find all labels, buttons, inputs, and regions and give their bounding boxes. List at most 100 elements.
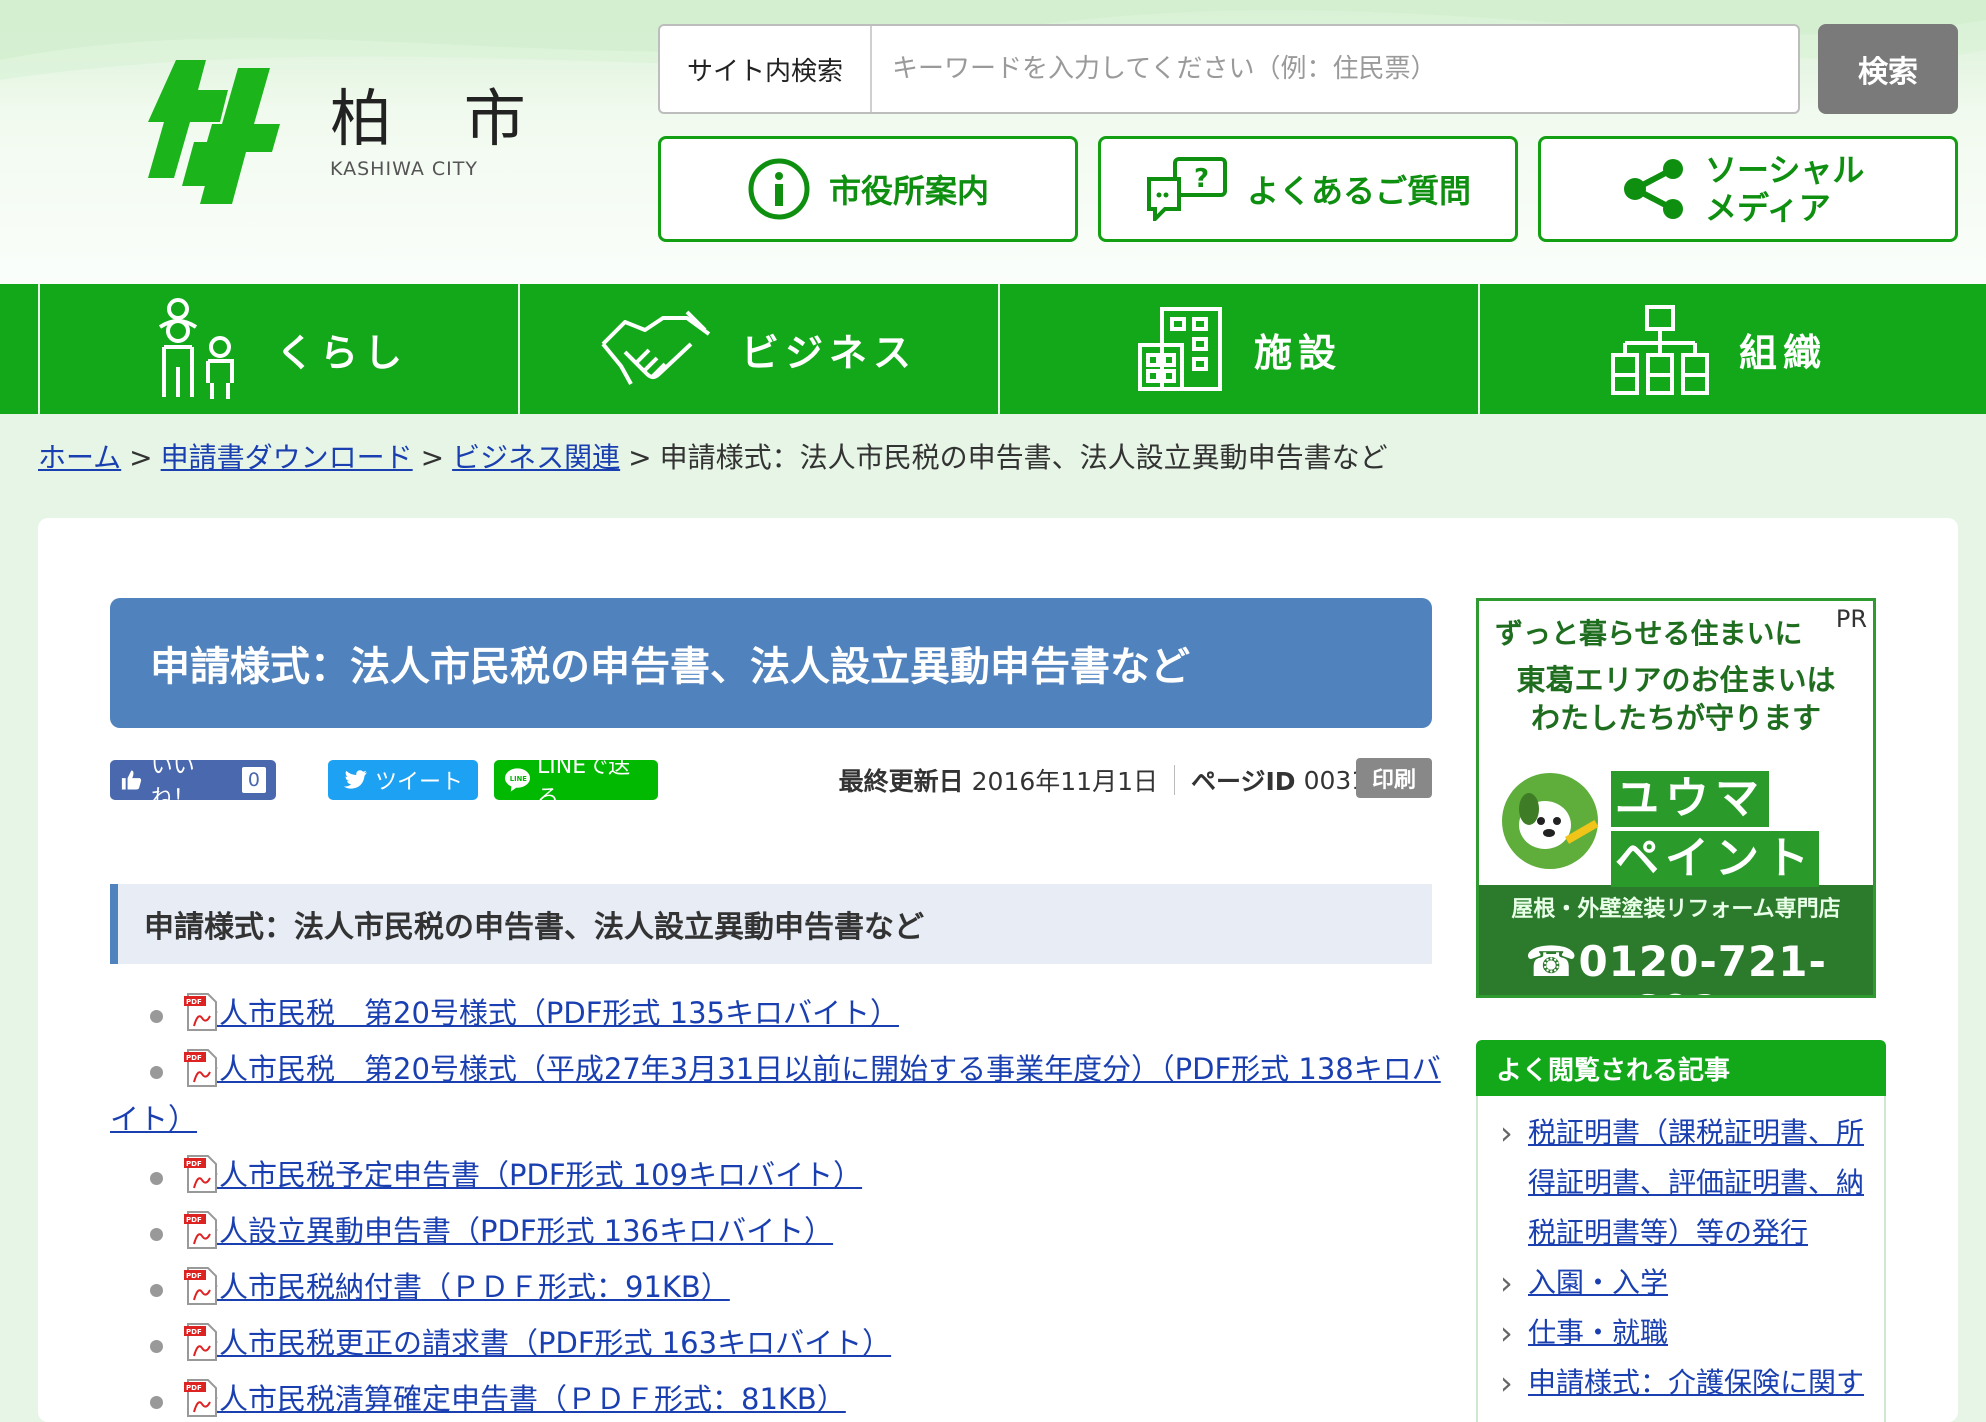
updated-label: 最終更新日 — [838, 767, 964, 796]
kashiwa-emblem-icon — [148, 60, 280, 204]
popular-article-link[interactable]: 入園・入学 — [1528, 1266, 1668, 1299]
pdf-file-icon: PDF — [184, 993, 217, 1031]
line-label: LINEで送る — [537, 754, 631, 811]
document-link[interactable]: 法人市民税 第20号様式（平成27年3月31日以前に開始する事業年度分）（PDF… — [110, 1052, 1441, 1136]
global-nav: くらし ビジネス 施設 組織 — [0, 284, 1986, 414]
nav-label: 組織 — [1738, 330, 1827, 375]
ad-subline: 東葛エリアのお住まいは — [1516, 663, 1836, 697]
pdf-file-icon: PDF — [184, 1155, 217, 1193]
nav-label: ビジネス — [740, 330, 917, 375]
document-list: PDF 法人市民税 第20号様式（PDF形式 135キロバイト） PDF 法人市… — [110, 988, 1450, 1422]
faq-label: よくあるご質問 — [1246, 172, 1471, 210]
popular-article-link[interactable]: 申請様式：介護保険に関す — [1528, 1366, 1864, 1399]
list-item: PDF 法人市民税予定申告書（PDF形式 109キロバイト） — [110, 1150, 1450, 1200]
ad-phone-number: ☎0120-721-602 — [1525, 937, 1827, 995]
breadcrumb-business[interactable]: ビジネス関連 — [452, 441, 620, 474]
faq-button[interactable]: ? よくあるご質問 — [1098, 136, 1518, 242]
list-item: 入園・入学 — [1494, 1258, 1868, 1308]
search-input[interactable] — [872, 26, 1798, 112]
list-item: PDF 法人市民税 第20号様式（平成27年3月31日以前に開始する事業年度分）… — [110, 1044, 1450, 1144]
line-share-button[interactable]: LINE LINEで送る — [494, 754, 658, 811]
nav-label: くらし — [275, 330, 408, 375]
nav-item-kurashi[interactable]: くらし — [38, 284, 518, 414]
pdf-file-icon: PDF — [184, 1049, 217, 1087]
search-label: サイト内検索 — [660, 26, 872, 112]
advertisement-banner[interactable]: PR ずっと暮らせる住まいに 東葛エリアのお住まいは わたしたちが守ります ユウ… — [1476, 598, 1876, 998]
document-link[interactable]: 法人市民税更正の請求書（PDF形式 163キロバイト） — [190, 1326, 891, 1360]
popular-articles-list: 税証明書（課税証明書、所得証明書、評価証明書、納税証明書等）等の発行 入園・入学… — [1476, 1096, 1886, 1422]
popular-articles-heading: よく閲覧される記事 — [1476, 1040, 1886, 1096]
svg-text:?: ? — [1194, 164, 1209, 194]
svg-text:PDF: PDF — [186, 1216, 202, 1224]
thumbs-up-icon — [121, 770, 142, 790]
document-link[interactable]: 法人市民税清算確定申告書（ＰＤＦ形式：81KB） — [190, 1382, 846, 1416]
twitter-bird-icon — [343, 770, 367, 789]
nav-item-business[interactable]: ビジネス — [518, 284, 998, 414]
nav-item-organization[interactable]: 組織 — [1478, 284, 1958, 414]
ad-tagline: 屋根・外壁塗装リフォーム専門店 — [1511, 897, 1841, 922]
page-id-label: ページID — [1191, 767, 1296, 796]
list-item: PDF 法人市民税清算確定申告書（ＰＤＦ形式：81KB） — [110, 1374, 1450, 1422]
dog-mascot-icon — [1502, 773, 1599, 869]
list-item: 仕事・就職 — [1494, 1308, 1868, 1358]
content-panel: 申請様式：法人市民税の申告書、法人設立異動申告書など いいね！ 0 ツイート L… — [38, 518, 1958, 1422]
pdf-file-icon: PDF — [184, 1211, 217, 1249]
svg-text:PDF: PDF — [186, 1054, 202, 1062]
popular-article-link[interactable]: 税証明書（課税証明書、所得証明書、評価証明書、納税証明書等）等の発行 — [1528, 1116, 1864, 1249]
tweet-label: ツイート — [374, 770, 463, 795]
site-search: サイト内検索 — [658, 24, 1800, 114]
tweet-button[interactable]: ツイート — [328, 760, 478, 800]
faq-chat-icon: ? — [1146, 157, 1227, 221]
site-header: 柏 市 KASHIWA CITY サイト内検索 検索 市役所案内 ? よくあるご… — [0, 0, 1986, 284]
list-item: PDF 法人設立異動申告書（PDF形式 136キロバイト） — [110, 1206, 1450, 1256]
ad-brand: ユウマ ペイント — [1609, 769, 1865, 889]
document-link[interactable]: 法人市民税予定申告書（PDF形式 109キロバイト） — [190, 1158, 862, 1192]
document-link[interactable]: 法人市民税 第20号様式（PDF形式 135キロバイト） — [190, 996, 899, 1030]
nav-item-facilities[interactable]: 施設 — [998, 284, 1478, 414]
svg-text:PDF: PDF — [186, 1328, 202, 1336]
document-link[interactable]: 法人設立異動申告書（PDF形式 136キロバイト） — [190, 1214, 833, 1248]
popular-article-link[interactable]: 仕事・就職 — [1528, 1316, 1668, 1349]
document-link[interactable]: 法人市民税納付書（ＰＤＦ形式：91KB） — [190, 1270, 730, 1304]
svg-text:PDF: PDF — [186, 1272, 202, 1280]
ad-pr-label: PR — [1835, 605, 1867, 633]
family-icon — [158, 298, 234, 399]
social-media-button[interactable]: ソーシャル メディア — [1538, 136, 1958, 242]
svg-text:PDF: PDF — [186, 1384, 202, 1392]
search-button[interactable]: 検索 — [1818, 24, 1958, 114]
list-item: 税証明書（課税証明書、所得証明書、評価証明書、納税証明書等）等の発行 — [1494, 1108, 1868, 1258]
logo-subtitle: KASHIWA CITY — [330, 158, 478, 180]
svg-text:LINE: LINE — [510, 775, 527, 783]
svg-text:PDF: PDF — [186, 1160, 202, 1168]
print-button[interactable]: 印刷 — [1356, 758, 1432, 798]
svg-text:PDF: PDF — [186, 998, 202, 1006]
breadcrumb-downloads[interactable]: 申請書ダウンロード — [161, 441, 413, 474]
pdf-file-icon: PDF — [184, 1267, 217, 1305]
page-title: 申請様式：法人市民税の申告書、法人設立異動申告書など — [110, 598, 1432, 728]
breadcrumb: ホーム > 申請書ダウンロード > ビジネス関連 > 申請様式：法人市民税の申告書、法人設立… — [38, 436, 1388, 476]
city-hall-info-label: 市役所案内 — [828, 172, 989, 210]
page-meta: 最終更新日 2016年11月1日 ページID 003127 — [839, 762, 1432, 798]
breadcrumb-home[interactable]: ホーム — [38, 441, 121, 474]
social-media-label: ソーシャル メディア — [1705, 151, 1865, 227]
breadcrumb-current: 申請様式：法人市民税の申告書、法人設立異動申告書など — [659, 441, 1388, 474]
list-item: 申請様式：介護保険に関す — [1494, 1358, 1868, 1408]
line-app-icon: LINE — [504, 768, 531, 792]
ad-brand-line: ペイント — [1611, 831, 1819, 887]
breadcrumb-separator: > — [420, 441, 445, 474]
ad-subline: わたしたちが守ります — [1530, 701, 1821, 735]
breadcrumb-separator: > — [628, 441, 652, 474]
city-hall-info-button[interactable]: 市役所案内 — [658, 136, 1078, 242]
pdf-file-icon: PDF — [184, 1379, 217, 1417]
nav-label: 施設 — [1253, 330, 1342, 375]
like-label: いいね！ — [150, 754, 195, 811]
facebook-like-button[interactable]: いいね！ 0 — [110, 754, 276, 811]
list-item: PDF 法人市民税更正の請求書（PDF形式 163キロバイト） — [110, 1318, 1450, 1368]
building-icon — [1137, 307, 1222, 391]
ad-headline: ずっと暮らせる住まいに — [1495, 617, 1803, 650]
meta-divider — [1174, 765, 1175, 795]
updated-value: 2016年11月1日 — [971, 767, 1158, 796]
handshake-icon — [601, 310, 711, 385]
share-icon — [1624, 159, 1683, 219]
site-logo[interactable]: 柏 市 KASHIWA CITY — [148, 60, 552, 204]
